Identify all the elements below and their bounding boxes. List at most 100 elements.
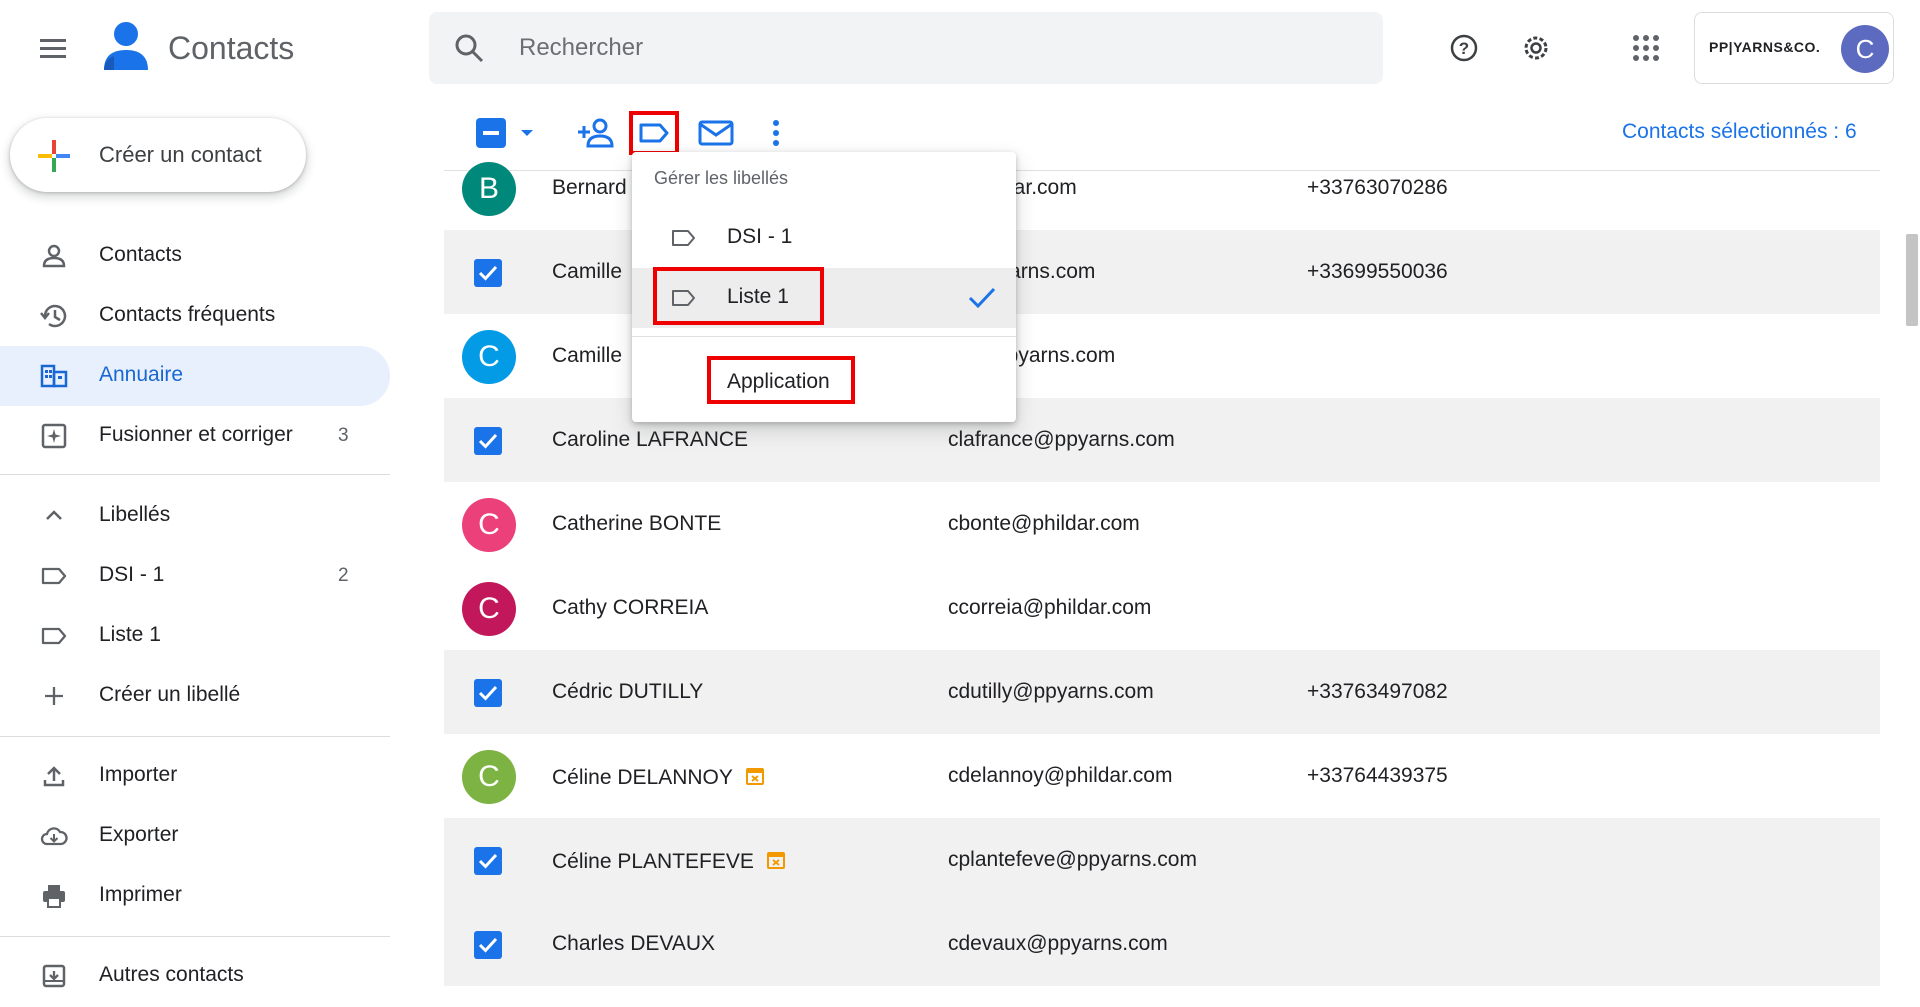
contact-name: Céline DELANNOY xyxy=(552,764,767,790)
menu-item-dsi[interactable]: DSI - 1 xyxy=(632,208,1016,268)
row-checkbox[interactable] xyxy=(474,259,502,287)
sidebar-item-label: Imprimer xyxy=(99,883,182,906)
sidebar-item-label-liste[interactable]: Liste 1 xyxy=(0,606,390,666)
avatar[interactable]: C xyxy=(462,498,516,552)
contacts-logo-icon xyxy=(100,20,152,74)
sidebar-divider xyxy=(0,736,390,737)
birthday-calendar-icon xyxy=(764,848,788,872)
check-icon xyxy=(966,284,998,312)
contact-email: cdelannoy@phildar.com xyxy=(948,764,1173,787)
check-icon xyxy=(478,685,498,701)
sidebar-item-label: Contacts fréquents xyxy=(99,303,276,326)
table-row[interactable]: C Céline DELANNOY cdelannoy@phildar.com +33… xyxy=(444,734,1880,818)
help-circle-icon[interactable]: ? xyxy=(1446,30,1482,66)
app-title: Contacts xyxy=(168,30,295,66)
chevron-down-icon[interactable] xyxy=(518,124,536,142)
merge-count-badge: 3 xyxy=(338,425,349,446)
sidebar-item-import[interactable]: Importer xyxy=(0,746,390,806)
contact-name-text: Céline PLANTEFEVE xyxy=(552,850,754,873)
contact-name-text: Camille xyxy=(552,344,623,367)
check-icon xyxy=(478,265,498,281)
contact-name-text: Charles DEVAUX xyxy=(552,932,715,955)
cloud-download-icon xyxy=(40,822,68,850)
mail-icon[interactable] xyxy=(697,116,735,150)
contact-name: Camille xyxy=(552,344,622,368)
sidebar-item-frequent[interactable]: Contacts fréquents xyxy=(0,286,390,346)
sidebar-item-contacts[interactable]: Contacts xyxy=(0,226,390,286)
plus-icon xyxy=(36,138,72,174)
archive-icon xyxy=(40,962,68,990)
contact-phone: +33764439375 xyxy=(1307,764,1448,787)
table-row[interactable]: Cédric DUTILLY cdutilly@ppyarns.com +33763… xyxy=(444,650,1880,734)
search-bar[interactable] xyxy=(429,12,1383,84)
contact-phone: +33763497082 xyxy=(1307,680,1448,703)
sidebar-item-merge[interactable]: Fusionner et corriger 3 xyxy=(0,406,390,466)
search-input[interactable] xyxy=(519,30,1319,66)
contact-name-text: Caroline LAFRANCE xyxy=(552,428,749,451)
check-icon xyxy=(478,433,498,449)
contact-name-text: Bernard xyxy=(552,176,627,199)
label-icon xyxy=(670,226,698,250)
search-icon[interactable] xyxy=(453,32,485,64)
contact-name-text: Céline DELANNOY xyxy=(552,766,733,789)
sidebar-item-label: Autres contacts xyxy=(99,963,244,986)
row-checkbox[interactable] xyxy=(474,847,502,875)
contact-name: Camille xyxy=(552,260,622,284)
table-row[interactable]: Céline PLANTEFEVE cplantefeve@ppyarns.com xyxy=(444,818,1880,902)
table-row[interactable]: C Catherine BONTE cbonte@phildar.com xyxy=(444,482,1880,566)
avatar[interactable]: B xyxy=(462,162,516,216)
svg-text:?: ? xyxy=(1459,39,1469,58)
selected-count: Contacts sélectionnés : 6 xyxy=(1622,120,1857,143)
contact-email: cbonte@phildar.com xyxy=(948,512,1140,535)
more-vert-icon[interactable] xyxy=(764,116,788,150)
contact-email: cplantefeve@ppyarns.com xyxy=(948,848,1197,871)
org-logo: PP|YARNS&CO. xyxy=(1709,39,1821,55)
sidebar-divider xyxy=(0,474,390,475)
sidebar-item-print[interactable]: Imprimer xyxy=(0,866,390,926)
sidebar-item-directory[interactable]: Annuaire xyxy=(0,346,390,406)
contact-name: Cédric DUTILLY xyxy=(552,680,703,704)
sidebar-item-other-contacts[interactable]: Autres contacts xyxy=(0,946,390,1006)
table-row[interactable]: Charles DEVAUX cdevaux@ppyarns.com xyxy=(444,902,1880,986)
row-checkbox[interactable] xyxy=(474,427,502,455)
sidebar-item-create-label[interactable]: Créer un libellé xyxy=(0,666,390,726)
menu-divider xyxy=(632,336,1016,337)
sidebar-item-label: Créer un libellé xyxy=(99,683,241,706)
avatar[interactable]: C xyxy=(1841,25,1889,73)
row-checkbox[interactable] xyxy=(474,679,502,707)
contact-name-text: Cédric DUTILLY xyxy=(552,680,704,703)
check-icon xyxy=(478,937,498,953)
sidebar-item-label: DSI - 1 xyxy=(99,563,165,586)
sidebar-item-label-dsi[interactable]: DSI - 1 2 xyxy=(0,546,390,606)
avatar[interactable]: C xyxy=(462,330,516,384)
contact-name: Bernard xyxy=(552,176,627,200)
chevron-up-icon xyxy=(40,502,68,530)
contact-name-text: Camille xyxy=(552,260,623,283)
apply-button[interactable]: Application xyxy=(707,356,855,404)
avatar[interactable]: C xyxy=(462,582,516,636)
contact-name: Cathy CORREIA xyxy=(552,596,708,620)
labels-section-toggle[interactable]: Libellés xyxy=(0,486,390,546)
grid-icon[interactable] xyxy=(1628,30,1664,66)
avatar[interactable]: C xyxy=(462,750,516,804)
row-checkbox[interactable] xyxy=(474,931,502,959)
birthday-calendar-icon xyxy=(743,764,767,788)
highlight-box xyxy=(653,267,824,325)
table-row[interactable]: C Cathy CORREIA ccorreia@phildar.com xyxy=(444,566,1880,650)
sidebar-item-export[interactable]: Exporter xyxy=(0,806,390,866)
sidebar-item-label: Importer xyxy=(99,763,178,786)
merge-icon xyxy=(40,422,68,450)
scrollbar[interactable] xyxy=(1906,234,1918,326)
main-menu-icon[interactable] xyxy=(36,34,72,64)
gear-icon[interactable] xyxy=(1518,30,1554,66)
sidebar-item-label: Fusionner et corriger xyxy=(99,423,293,446)
label-count-badge: 2 xyxy=(338,565,349,586)
select-all-checkbox[interactable] xyxy=(476,118,506,148)
account-switcher[interactable]: PP|YARNS&CO. C xyxy=(1694,12,1894,84)
create-contact-button[interactable]: Créer un contact xyxy=(10,118,306,192)
history-icon xyxy=(40,302,68,330)
contact-email: cdutilly@ppyarns.com xyxy=(948,680,1154,703)
add-to-contacts-icon[interactable] xyxy=(576,116,616,150)
upload-icon xyxy=(40,762,68,790)
labels-header: Libellés xyxy=(99,503,171,526)
